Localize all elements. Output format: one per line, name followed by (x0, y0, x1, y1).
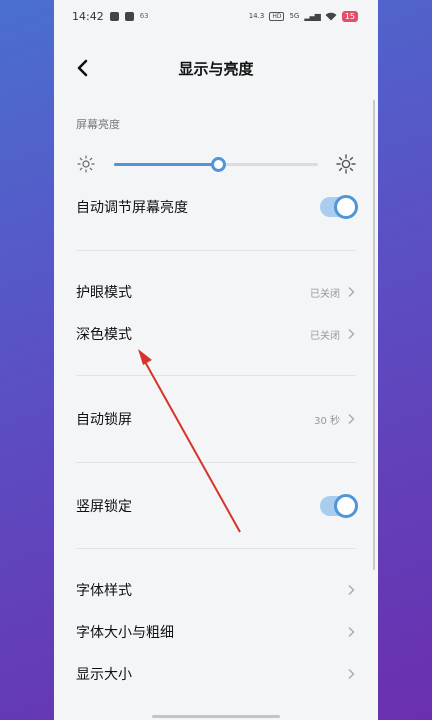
wifi-icon (325, 12, 337, 20)
mail-icon (124, 11, 134, 21)
status-small-number: 63 (139, 12, 149, 20)
portrait-lock-toggle[interactable] (320, 494, 358, 518)
network-speed: 14.3 (248, 12, 265, 20)
chevron-right-icon (348, 414, 355, 424)
scrollbar[interactable] (373, 100, 375, 570)
brightness-high-icon (336, 154, 356, 174)
brightness-section-label: 屏幕亮度 (76, 118, 120, 131)
chevron-right-icon (348, 329, 355, 339)
brightness-slider-row (54, 142, 378, 186)
eye-care-value: 已关闭 (310, 288, 340, 300)
auto-lock-row[interactable]: 自动锁屏 30 秒 (54, 398, 378, 440)
page-header: 显示与亮度 (54, 32, 378, 104)
network-type: 5G (289, 12, 300, 20)
chevron-right-icon (348, 627, 355, 637)
auto-lock-value: 30 秒 (314, 415, 340, 427)
portrait-lock-label: 竖屏锁定 (76, 499, 132, 515)
home-indicator[interactable] (152, 715, 280, 718)
auto-lock-label: 自动锁屏 (76, 412, 132, 428)
phone-screen: 14:42 63 14.3 HD 5G ▂▄▆ 15 显示与亮度 屏幕亮度 自动… (54, 0, 378, 720)
brightness-slider-fill (114, 163, 219, 166)
eye-care-row[interactable]: 护眼模式 已关闭 (54, 271, 378, 313)
page-title: 显示与亮度 (178, 59, 254, 78)
hd-icon: HD (269, 11, 285, 21)
chevron-right-icon (348, 669, 355, 679)
font-style-row[interactable]: 字体样式 (54, 569, 378, 611)
signal-icon: ▂▄▆ (304, 11, 321, 21)
brightness-slider-thumb[interactable] (211, 157, 227, 172)
toggle-knob (334, 195, 358, 219)
display-size-row[interactable]: 显示大小 (54, 653, 378, 695)
brightness-low-icon (77, 155, 95, 173)
font-style-label: 字体样式 (76, 583, 132, 599)
battery-icon: 15 (341, 10, 358, 22)
toggle-knob (334, 494, 358, 518)
status-bar: 14:42 63 14.3 HD 5G ▂▄▆ 15 (54, 0, 378, 32)
chevron-left-icon (77, 59, 88, 77)
font-size-row[interactable]: 字体大小与粗细 (54, 611, 378, 653)
chevron-right-icon (348, 287, 355, 297)
auto-brightness-toggle[interactable] (320, 195, 358, 219)
chevron-right-icon (348, 585, 355, 595)
eye-care-label: 护眼模式 (76, 285, 132, 301)
dark-mode-value: 已关闭 (310, 330, 340, 342)
dark-mode-label: 深色模式 (76, 327, 132, 343)
display-size-label: 显示大小 (76, 667, 132, 683)
auto-brightness-label: 自动调节屏幕亮度 (76, 200, 188, 216)
back-button[interactable] (72, 56, 92, 80)
font-size-label: 字体大小与粗细 (76, 625, 174, 641)
brightness-slider[interactable] (114, 157, 318, 172)
portrait-lock-row[interactable]: 竖屏锁定 (54, 485, 378, 527)
auto-brightness-row[interactable]: 自动调节屏幕亮度 (54, 186, 378, 228)
status-time: 14:42 (72, 9, 104, 23)
dark-mode-row[interactable]: 深色模式 已关闭 (54, 313, 378, 355)
notification-icon (109, 11, 119, 21)
